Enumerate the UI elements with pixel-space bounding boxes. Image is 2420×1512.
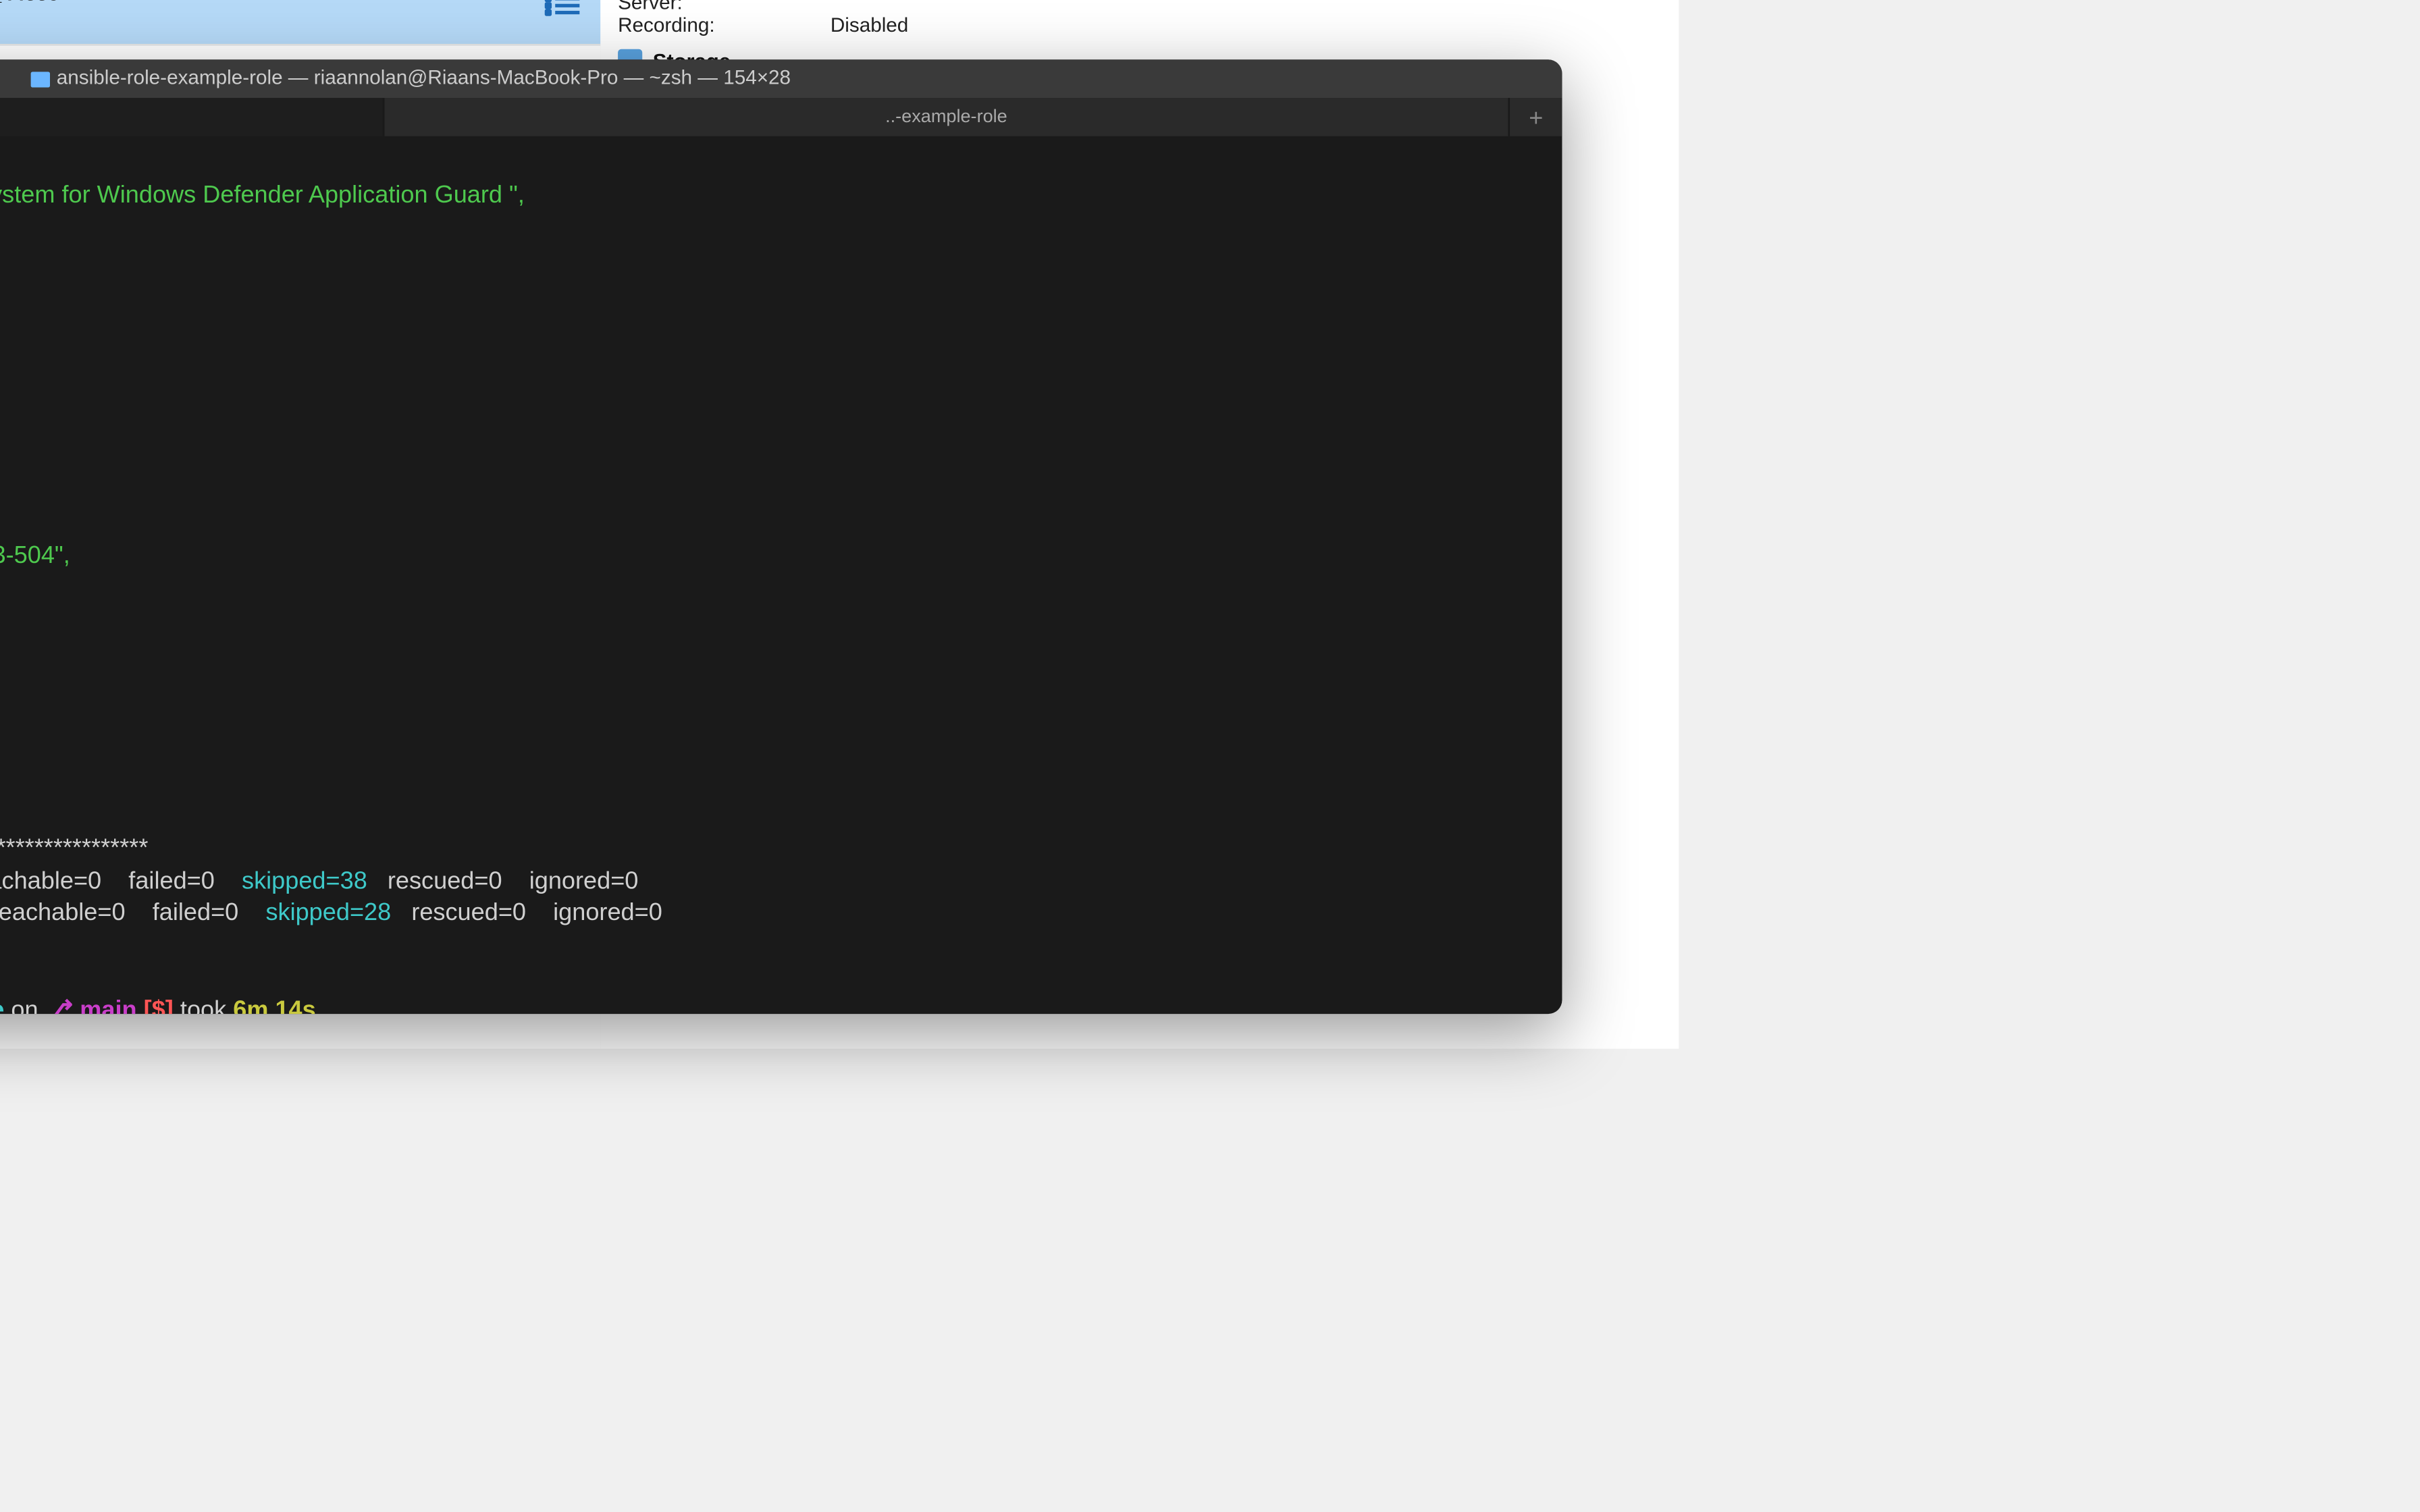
terminal-window: ansible-role-example-role — riaannolan@R… (0, 59, 1562, 1014)
add-tab-button[interactable]: + (1510, 98, 1562, 136)
term-tab[interactable]: ..-example-role (0, 98, 384, 136)
term-titlebar: ansible-role-example-role — riaannolan@R… (0, 59, 1562, 98)
vm-name: default_ansible-role-example-role-window… (0, 0, 59, 5)
term-tabs: ..-example-role ..-example-role + (0, 98, 1562, 136)
list-menu-icon[interactable] (555, 0, 579, 14)
term-output[interactable]: "AccountExpires : ", "Description : A us… (0, 136, 1562, 1014)
term-tab[interactable]: ..-example-role (384, 98, 1510, 136)
term-title: ansible-role-example-role — riaannolan@R… (0, 68, 1562, 89)
vm-item-selected[interactable]: 642019 default_ansible-role-example-role… (0, 0, 600, 46)
folder-icon (30, 71, 49, 86)
